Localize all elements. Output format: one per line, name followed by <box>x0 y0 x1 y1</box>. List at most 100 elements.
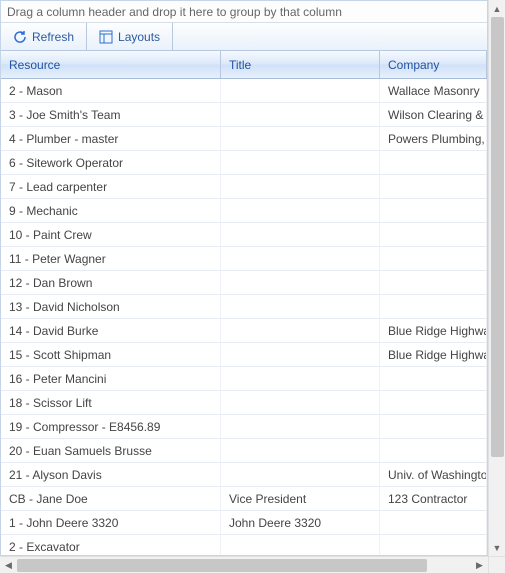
column-header-row: Resource Title Company <box>1 51 487 79</box>
cell-resource: 1 - John Deere 3320 <box>1 511 221 534</box>
cell-resource: 14 - David Burke <box>1 319 221 342</box>
cell-resource: 21 - Alyson Davis <box>1 463 221 486</box>
cell-company <box>380 199 487 222</box>
scroll-right-arrow-icon[interactable]: ▶ <box>471 557 488 573</box>
cell-title <box>221 463 380 486</box>
cell-resource: 6 - Sitework Operator <box>1 151 221 174</box>
cell-company: 123 Contractor <box>380 487 487 510</box>
table-row[interactable]: 2 - Excavator <box>1 535 487 556</box>
vertical-scroll-thumb[interactable] <box>491 17 504 457</box>
cell-resource: 3 - Joe Smith's Team <box>1 103 221 126</box>
cell-resource: 12 - Dan Brown <box>1 271 221 294</box>
cell-resource: 16 - Peter Mancini <box>1 367 221 390</box>
cell-company <box>380 151 487 174</box>
cell-title <box>221 391 380 414</box>
cell-title <box>221 79 380 102</box>
cell-title <box>221 439 380 462</box>
horizontal-scroll-thumb[interactable] <box>17 559 427 572</box>
table-row[interactable]: 10 - Paint Crew <box>1 223 487 247</box>
cell-title <box>221 199 380 222</box>
grid-body[interactable]: 2 - MasonWallace Masonry3 - Joe Smith's … <box>1 79 487 556</box>
column-header-resource[interactable]: Resource <box>1 51 221 78</box>
column-header-title[interactable]: Title <box>221 51 380 78</box>
cell-title <box>221 127 380 150</box>
table-row[interactable]: 16 - Peter Mancini <box>1 367 487 391</box>
cell-company <box>380 511 487 534</box>
cell-resource: 18 - Scissor Lift <box>1 391 221 414</box>
cell-company: Powers Plumbing, In <box>380 127 487 150</box>
cell-title <box>221 295 380 318</box>
cell-title <box>221 271 380 294</box>
cell-title: John Deere 3320 <box>221 511 380 534</box>
cell-title <box>221 223 380 246</box>
table-row[interactable]: 18 - Scissor Lift <box>1 391 487 415</box>
table-row[interactable]: 2 - Mason Wallace Masonry <box>1 79 487 103</box>
cell-title <box>221 247 380 270</box>
table-row[interactable]: CB - Jane DoeVice President123 Contracto… <box>1 487 487 511</box>
table-row[interactable]: 6 - Sitework Operator <box>1 151 487 175</box>
scroll-up-arrow-icon[interactable]: ▲ <box>489 0 505 17</box>
cell-company <box>380 535 487 556</box>
cell-resource: 9 - Mechanic <box>1 199 221 222</box>
cell-company: Blue Ridge Highway <box>380 319 487 342</box>
table-row[interactable]: 11 - Peter Wagner <box>1 247 487 271</box>
layouts-label: Layouts <box>118 30 160 44</box>
cell-resource: 7 - Lead carpenter <box>1 175 221 198</box>
table-row[interactable]: 4 - Plumber - master Powers Plumbing, In <box>1 127 487 151</box>
cell-title <box>221 103 380 126</box>
column-header-company[interactable]: Company <box>380 51 487 78</box>
table-row[interactable]: 19 - Compressor - E8456.89 <box>1 415 487 439</box>
grid-viewport: Drag a column header and drop it here to… <box>0 0 488 556</box>
refresh-icon <box>13 30 27 44</box>
scrollbar-corner <box>488 556 505 573</box>
table-row[interactable]: 13 - David Nicholson <box>1 295 487 319</box>
refresh-label: Refresh <box>32 30 74 44</box>
cell-company <box>380 175 487 198</box>
table-row[interactable]: 14 - David Burke Blue Ridge Highway <box>1 319 487 343</box>
cell-title <box>221 535 380 556</box>
table-row[interactable]: 3 - Joe Smith's Team Wilson Clearing & D <box>1 103 487 127</box>
cell-company: Blue Ridge Highway <box>380 343 487 366</box>
cell-title <box>221 151 380 174</box>
layouts-button[interactable]: Layouts <box>87 23 173 50</box>
cell-resource: 10 - Paint Crew <box>1 223 221 246</box>
cell-resource: 19 - Compressor - E8456.89 <box>1 415 221 438</box>
cell-company <box>380 415 487 438</box>
cell-company: Univ. of Washington <box>380 463 487 486</box>
table-row[interactable]: 12 - Dan Brown <box>1 271 487 295</box>
cell-title <box>221 367 380 390</box>
refresh-button[interactable]: Refresh <box>1 23 87 50</box>
group-by-drop-area[interactable]: Drag a column header and drop it here to… <box>1 1 487 23</box>
cell-title <box>221 319 380 342</box>
toolbar: Refresh Layouts <box>1 23 487 51</box>
vertical-scrollbar[interactable]: ▲ ▼ <box>488 0 505 556</box>
horizontal-scrollbar[interactable]: ◀ ▶ <box>0 556 488 573</box>
cell-company <box>380 271 487 294</box>
table-row[interactable]: 15 - Scott Shipman Blue Ridge Highway <box>1 343 487 367</box>
cell-company: Wallace Masonry <box>380 79 487 102</box>
cell-resource: 4 - Plumber - master <box>1 127 221 150</box>
cell-resource: 15 - Scott Shipman <box>1 343 221 366</box>
table-row[interactable]: 1 - John Deere 3320John Deere 3320 <box>1 511 487 535</box>
cell-company <box>380 223 487 246</box>
cell-title <box>221 415 380 438</box>
layouts-icon <box>99 30 113 44</box>
cell-company <box>380 295 487 318</box>
scroll-left-arrow-icon[interactable]: ◀ <box>0 557 17 573</box>
table-row[interactable]: 20 - Euan Samuels Brusse <box>1 439 487 463</box>
horizontal-scroll-track[interactable] <box>17 557 471 573</box>
cell-resource: 2 - Mason <box>1 79 221 102</box>
cell-resource: 20 - Euan Samuels Brusse <box>1 439 221 462</box>
cell-title <box>221 343 380 366</box>
scroll-down-arrow-icon[interactable]: ▼ <box>489 539 505 556</box>
vertical-scroll-track[interactable] <box>489 17 505 539</box>
table-row[interactable]: 7 - Lead carpenter <box>1 175 487 199</box>
cell-resource: 13 - David Nicholson <box>1 295 221 318</box>
cell-title: Vice President <box>221 487 380 510</box>
cell-company <box>380 247 487 270</box>
cell-company: Wilson Clearing & D <box>380 103 487 126</box>
table-row[interactable]: 9 - Mechanic <box>1 199 487 223</box>
table-row[interactable]: 21 - Alyson Davis Univ. of Washington <box>1 463 487 487</box>
cell-company <box>380 391 487 414</box>
cell-company <box>380 367 487 390</box>
